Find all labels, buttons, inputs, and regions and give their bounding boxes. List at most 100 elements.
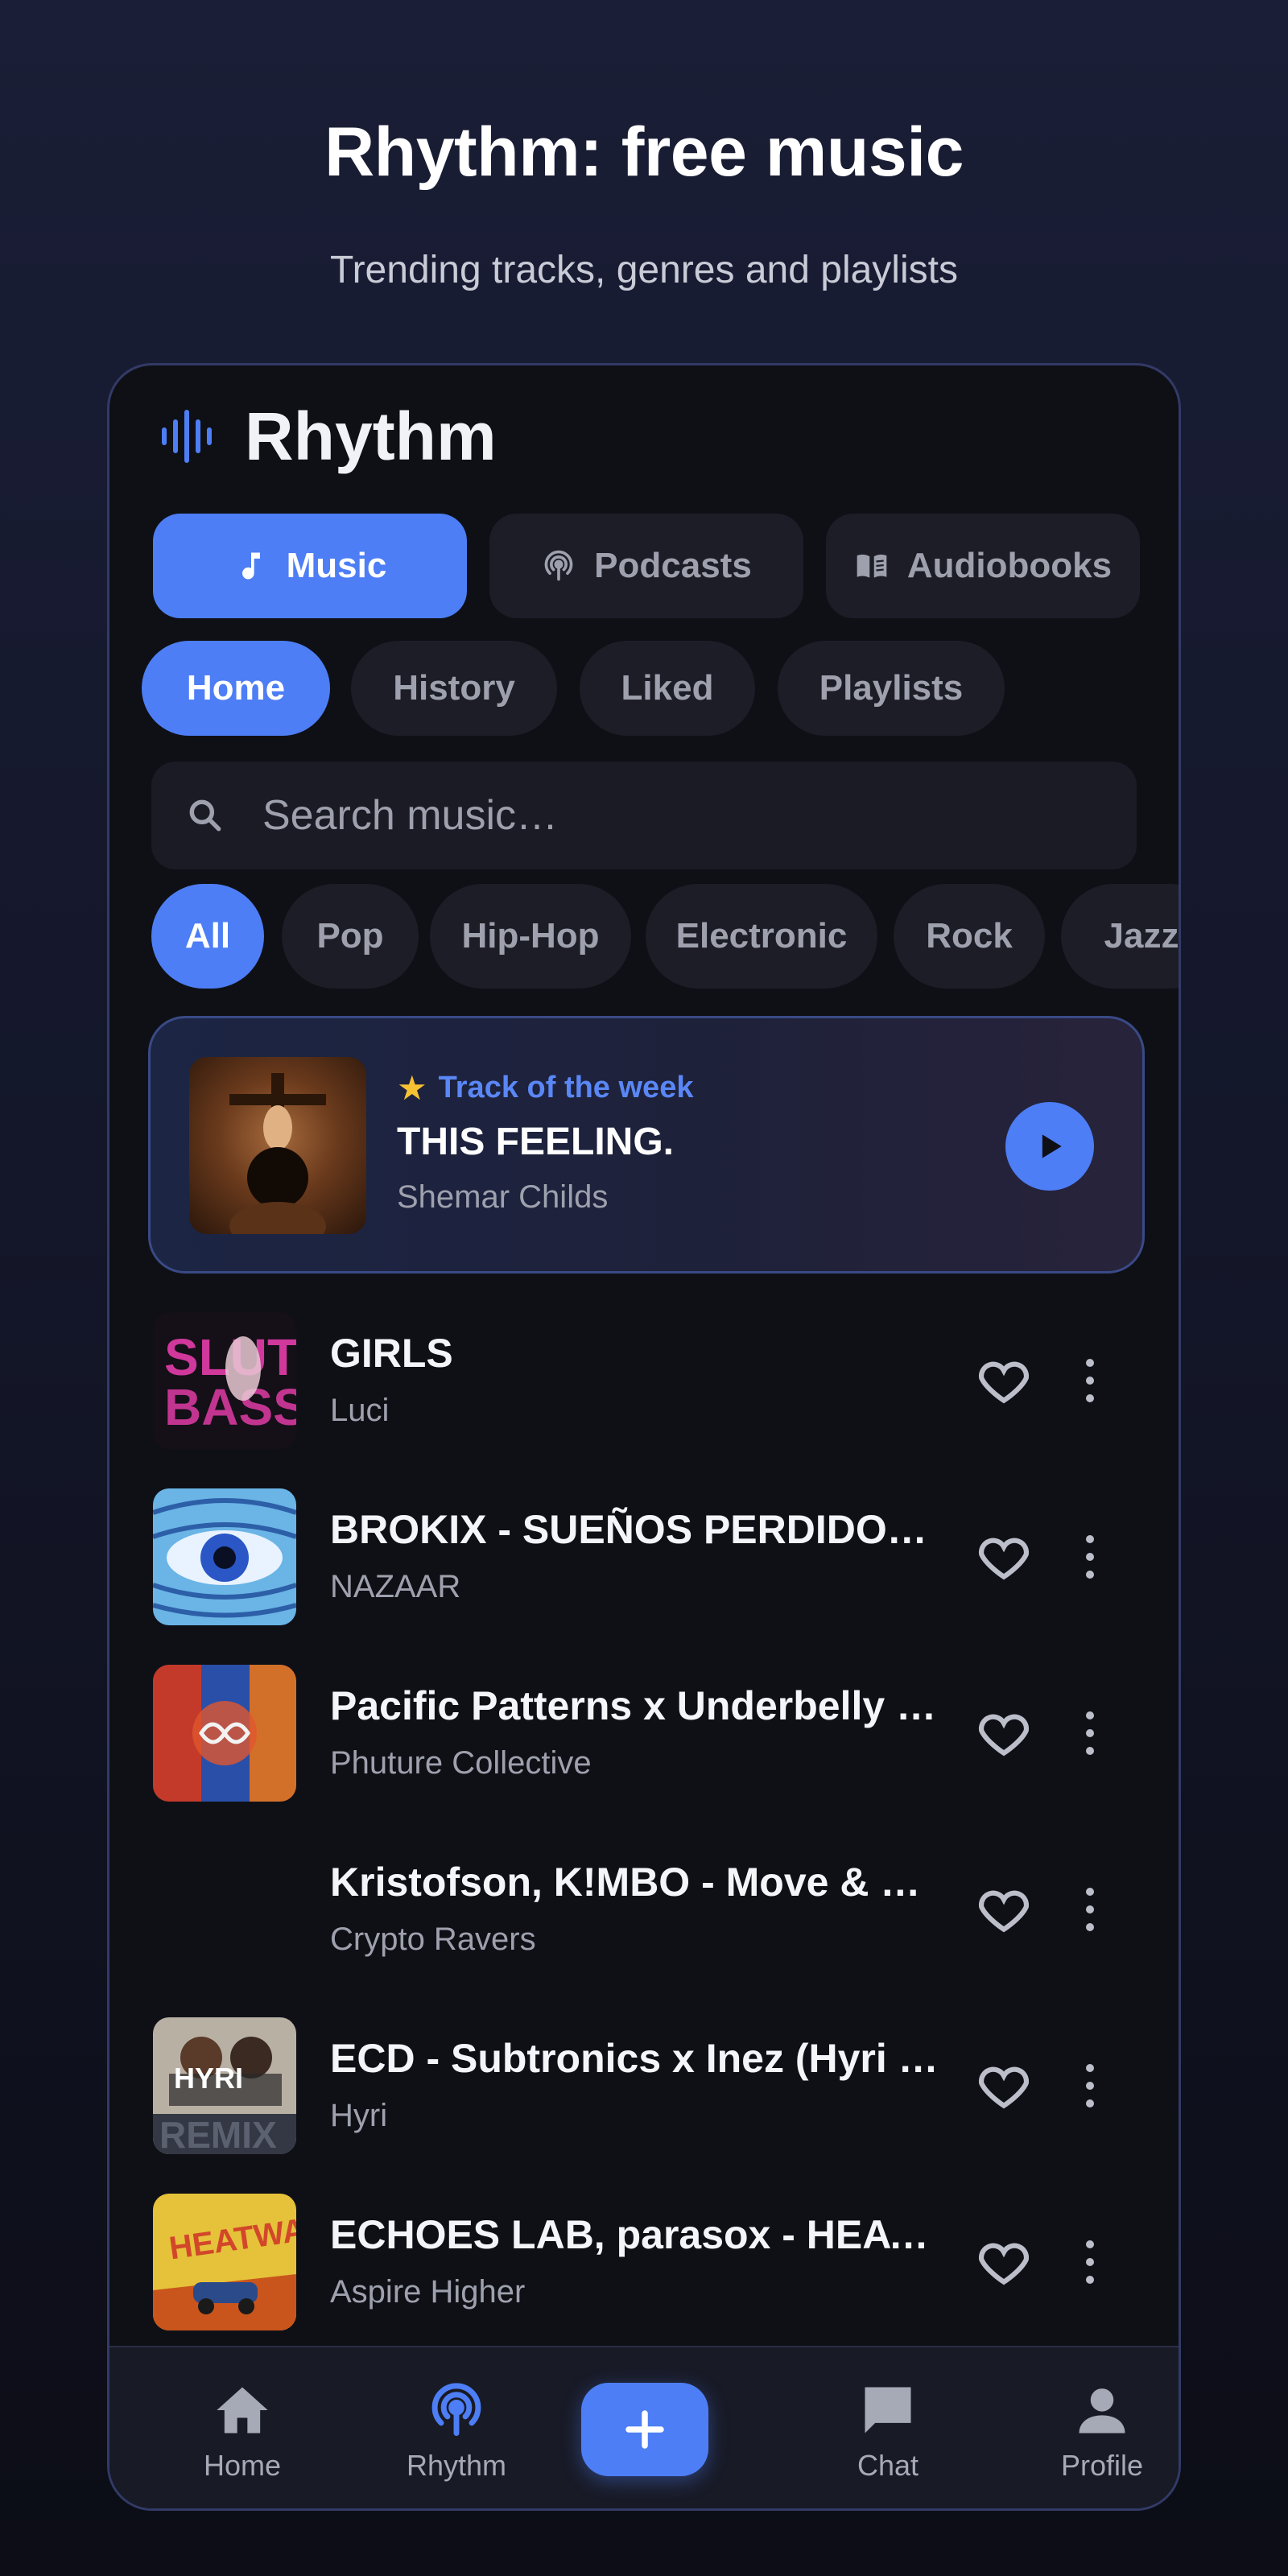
podcast-icon bbox=[431, 2383, 481, 2436]
segment-label: Podcasts bbox=[594, 546, 752, 585]
heart-icon[interactable] bbox=[974, 1527, 1034, 1587]
featured-cover-art bbox=[189, 1057, 366, 1234]
music-note-icon bbox=[242, 552, 260, 580]
more-options-icon[interactable] bbox=[1080, 2062, 1100, 2110]
heart-icon[interactable] bbox=[974, 2232, 1034, 2292]
track-cover-art bbox=[153, 1665, 296, 1802]
chip-all[interactable]: All bbox=[151, 884, 264, 989]
segment-audiobooks[interactable]: Audiobooks bbox=[826, 514, 1140, 618]
nav-label: Profile bbox=[1060, 2449, 1144, 2482]
nav-profile[interactable]: Profile bbox=[1026, 2347, 1179, 2508]
heart-icon[interactable] bbox=[974, 1351, 1034, 1410]
track-cover-art: HYRI REMIX bbox=[153, 2017, 296, 2154]
tab-liked[interactable]: Liked bbox=[580, 641, 755, 736]
app-frame: Rhythm Music Podcasts Audiobooks Home Hi… bbox=[107, 363, 1181, 2511]
track-artist: Crypto Ravers bbox=[330, 1922, 536, 1957]
more-options-icon[interactable] bbox=[1080, 2238, 1100, 2286]
featured-artist: Shemar Childs bbox=[397, 1179, 609, 1215]
page-hero-subtitle: Trending tracks, genres and playlists bbox=[330, 249, 958, 291]
track-title: ECD - Subtronics x Inez (Hyri R... bbox=[330, 2036, 942, 2081]
play-icon bbox=[1042, 1134, 1062, 1158]
home-icon bbox=[217, 2387, 268, 2434]
book-icon bbox=[857, 554, 887, 578]
track-title: BROKIX - SUEÑOS PERDIDOS (... bbox=[330, 1507, 942, 1552]
heart-icon[interactable] bbox=[974, 1880, 1034, 1939]
chip-label: All bbox=[184, 916, 231, 956]
track-title: ECHOES LAB, parasox - HEAT... bbox=[330, 2212, 942, 2257]
search-icon bbox=[189, 799, 221, 832]
track-cover-art bbox=[153, 1488, 296, 1625]
chip-pop[interactable]: Pop bbox=[282, 884, 419, 989]
segment-label: Music bbox=[286, 546, 387, 585]
featured-label: Track of the week bbox=[438, 1071, 694, 1104]
nav-label: Rhythm bbox=[406, 2449, 507, 2482]
nav-home[interactable]: Home bbox=[166, 2347, 319, 2508]
track-row[interactable]: SLUT BASS GIRLS Luci bbox=[153, 1312, 1143, 1449]
track-row[interactable]: Pacific Patterns x Underbelly - ... Phut… bbox=[153, 1665, 1143, 1802]
chip-electronic[interactable]: Electronic bbox=[646, 884, 877, 989]
chip-hip-hop[interactable]: Hip-Hop bbox=[430, 884, 631, 989]
track-title: Pacific Patterns x Underbelly - ... bbox=[330, 1683, 942, 1728]
more-options-icon[interactable] bbox=[1080, 1356, 1100, 1405]
play-button[interactable] bbox=[1005, 1102, 1094, 1191]
track-artist: Phuture Collective bbox=[330, 1745, 592, 1781]
track-cover-art: HEATWAVE bbox=[153, 2194, 296, 2330]
track-row[interactable]: Kristofson, K!MBO - Move & D... Crypto R… bbox=[153, 1841, 1143, 1978]
tab-label: Liked bbox=[621, 668, 714, 708]
track-cover-art: SLUT BASS bbox=[153, 1312, 296, 1449]
app-title: Rhythm bbox=[245, 398, 497, 474]
star-icon: ★ bbox=[397, 1069, 427, 1107]
more-options-icon[interactable] bbox=[1080, 1885, 1100, 1934]
nav-label: Home bbox=[203, 2449, 282, 2482]
more-options-icon[interactable] bbox=[1080, 1533, 1100, 1581]
track-row[interactable]: HYRI REMIX ECD - Subtronics x Inez (Hyri… bbox=[153, 2017, 1143, 2154]
chip-label: Pop bbox=[316, 916, 384, 956]
profile-icon bbox=[1079, 2388, 1125, 2434]
heart-icon[interactable] bbox=[974, 2056, 1034, 2116]
track-row[interactable]: BROKIX - SUEÑOS PERDIDOS (... NAZAAR bbox=[153, 1488, 1143, 1625]
chat-icon bbox=[865, 2387, 911, 2434]
chip-rock[interactable]: Rock bbox=[894, 884, 1045, 989]
sound-wave-icon bbox=[162, 410, 212, 463]
podcast-icon bbox=[544, 550, 573, 581]
svg-text:HYRI: HYRI bbox=[174, 2062, 243, 2095]
svg-text:REMIX: REMIX bbox=[159, 2114, 277, 2154]
app-header: Rhythm bbox=[158, 396, 497, 477]
tab-label: History bbox=[393, 668, 515, 708]
tab-playlists[interactable]: Playlists bbox=[778, 641, 1005, 736]
plus-icon bbox=[625, 2410, 664, 2449]
tab-label: Home bbox=[186, 668, 286, 708]
segment-podcasts[interactable]: Podcasts bbox=[489, 514, 803, 618]
search-bar[interactable] bbox=[151, 762, 1137, 869]
track-artist: Aspire Higher bbox=[330, 2274, 526, 2310]
segment-music[interactable]: Music bbox=[153, 514, 467, 618]
track-title: Kristofson, K!MBO - Move & D... bbox=[330, 1860, 942, 1905]
track-artist: Luci bbox=[330, 1393, 390, 1428]
chip-label: Jazz bbox=[1104, 916, 1179, 956]
chip-jazz[interactable]: Jazz bbox=[1061, 884, 1179, 989]
nav-label: Chat bbox=[857, 2449, 919, 2482]
bottom-navigation: Home Rhythm Chat Profile bbox=[109, 2346, 1179, 2508]
featured-track-card[interactable]: ★ Track of the week THIS FEELING. Shemar … bbox=[148, 1016, 1145, 1274]
track-row[interactable]: HEATWAVE ECHOES LAB, parasox - HEAT... A… bbox=[153, 2194, 1143, 2330]
page-hero-title: Rhythm: free music bbox=[324, 114, 964, 191]
track-artist: Hyri bbox=[330, 2098, 388, 2133]
more-options-icon[interactable] bbox=[1080, 1709, 1100, 1757]
chip-label: Electronic bbox=[675, 916, 848, 956]
chip-label: Rock bbox=[926, 916, 1013, 956]
search-input[interactable] bbox=[262, 791, 1067, 840]
track-title: GIRLS bbox=[330, 1331, 453, 1376]
tab-history[interactable]: History bbox=[351, 641, 557, 736]
heart-icon[interactable] bbox=[974, 1703, 1034, 1763]
segment-label: Audiobooks bbox=[906, 546, 1113, 585]
track-artist: NAZAAR bbox=[330, 1569, 461, 1604]
add-button[interactable] bbox=[581, 2383, 708, 2476]
featured-badge: ★ Track of the week bbox=[397, 1068, 693, 1108]
nav-rhythm[interactable]: Rhythm bbox=[380, 2347, 533, 2508]
nav-chat[interactable]: Chat bbox=[811, 2347, 964, 2508]
featured-title: THIS FEELING. bbox=[397, 1121, 675, 1163]
chip-label: Hip-Hop bbox=[461, 916, 600, 956]
tab-label: Playlists bbox=[819, 668, 964, 708]
tab-home[interactable]: Home bbox=[142, 641, 330, 736]
track-cover-art bbox=[153, 1841, 296, 1978]
